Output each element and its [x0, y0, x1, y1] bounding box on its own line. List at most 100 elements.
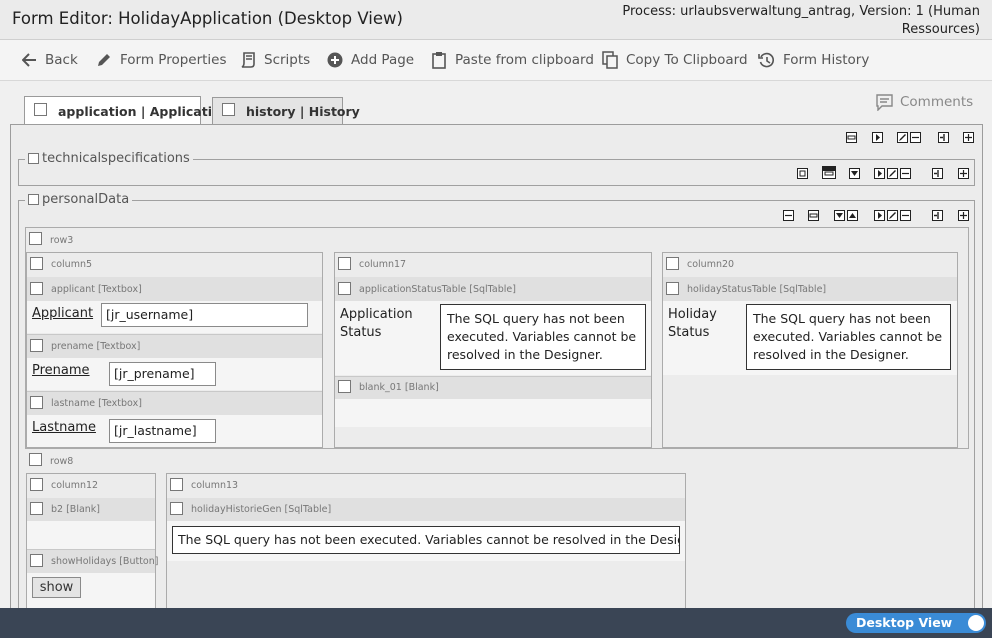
toggle-knob	[968, 615, 984, 631]
prename-checkbox[interactable]	[30, 339, 43, 352]
personal-add-control[interactable]	[958, 210, 969, 221]
paste-clipboard-button[interactable]: Paste from clipboard	[431, 40, 594, 80]
scripts-button[interactable]: Scripts	[240, 40, 310, 80]
histgen-id: holidayHistorieGen [SqlTable]	[191, 504, 332, 515]
plus-icon	[960, 170, 967, 177]
column17-label: column17	[359, 259, 407, 270]
back-button[interactable]: Back	[22, 40, 78, 80]
tab-history[interactable]: history | History	[212, 97, 360, 125]
applicant-input[interactable]: [jr_username]	[101, 303, 308, 327]
add-page-button[interactable]: Add Page	[327, 40, 414, 80]
row3-checkbox[interactable]	[29, 232, 42, 245]
holidaystatus-checkbox[interactable]	[666, 282, 679, 295]
tech-edit-control[interactable]	[887, 168, 898, 179]
lastname-input[interactable]: [jr_lastname]	[109, 419, 216, 443]
column5-checkbox[interactable]	[30, 257, 43, 270]
blank01-id: blank_01 [Blank]	[359, 382, 439, 393]
row8-checkbox[interactable]	[29, 453, 42, 466]
personal-insert-control[interactable]	[932, 210, 943, 221]
page-add-control[interactable]	[963, 132, 974, 143]
personal-link-control[interactable]	[808, 210, 819, 221]
personal-remove-section-control[interactable]	[783, 210, 794, 221]
tech-add-control[interactable]	[958, 168, 969, 179]
appstatus-sql-message: The SQL query has not been executed. Var…	[440, 304, 646, 370]
histgen-checkbox[interactable]	[170, 502, 183, 515]
tech-remove-control[interactable]	[900, 168, 911, 179]
personal-play-control[interactable]	[874, 210, 885, 221]
play-icon	[878, 170, 882, 177]
edit-icon	[889, 170, 896, 177]
technicalspecifications-checkbox[interactable]	[28, 153, 39, 164]
comment-icon	[876, 93, 893, 111]
holidaystatus-label: Holiday Status	[668, 307, 717, 340]
appstatus-checkbox[interactable]	[338, 282, 351, 295]
form-history-button[interactable]: Form History	[758, 40, 869, 80]
plus-icon	[960, 212, 967, 219]
triangle-down-icon	[851, 171, 858, 176]
plus-circle-icon	[327, 52, 343, 68]
applicant-label: Applicant	[32, 306, 94, 321]
copy-clipboard-button[interactable]: Copy To Clipboard	[602, 40, 748, 80]
frame-icon	[799, 170, 806, 177]
personal-down-control[interactable]	[834, 210, 845, 221]
technicalspecifications-legend: technicalspecifications	[25, 151, 193, 166]
insert-icon	[934, 170, 939, 177]
personal-remove-control[interactable]	[900, 210, 911, 221]
prename-id: prename [Textbox]	[51, 341, 141, 352]
history-icon	[758, 52, 774, 67]
play-icon	[878, 212, 882, 219]
column17-checkbox[interactable]	[338, 257, 351, 270]
page-edit-control[interactable]	[897, 132, 908, 143]
blank01-checkbox[interactable]	[338, 380, 351, 393]
column12-label: column12	[51, 480, 99, 491]
page-insert-control[interactable]	[938, 132, 949, 143]
link-icon	[823, 167, 835, 176]
column13-label: column13	[191, 480, 239, 491]
personaldata-checkbox[interactable]	[28, 194, 39, 205]
page-remove-control[interactable]	[910, 132, 921, 143]
tab-history-checkbox[interactable]	[222, 103, 235, 116]
column20-checkbox[interactable]	[666, 257, 679, 270]
minus-icon	[902, 172, 909, 175]
tab-application-checkbox[interactable]	[34, 103, 47, 116]
clipboard-icon	[432, 52, 446, 69]
lastname-checkbox[interactable]	[30, 396, 43, 409]
triangle-down-icon	[836, 213, 843, 218]
b2-checkbox[interactable]	[30, 502, 43, 515]
column13-checkbox[interactable]	[170, 478, 183, 491]
form-canvas: technicalspecifications personalData row…	[10, 124, 983, 610]
process-info: Process: urlaubsverwaltung_antrag, Versi…	[622, 4, 980, 37]
personaldata-title: personalData	[42, 192, 130, 207]
show-holidays-button[interactable]: show	[32, 577, 81, 598]
personal-edit-control[interactable]	[887, 210, 898, 221]
paste-clipboard-label: Paste from clipboard	[455, 52, 594, 68]
column12-checkbox[interactable]	[30, 478, 43, 491]
tech-play-control[interactable]	[874, 168, 885, 179]
link-icon	[847, 135, 856, 140]
insert-icon	[934, 212, 939, 219]
personal-up-control[interactable]	[847, 210, 858, 221]
link-icon	[809, 213, 818, 218]
copy-clipboard-label: Copy To Clipboard	[626, 52, 748, 68]
tech-link-control[interactable]	[822, 166, 836, 179]
form-properties-button[interactable]: Form Properties	[96, 40, 227, 80]
desktop-view-toggle[interactable]: Desktop View	[846, 613, 986, 633]
tech-insert-control[interactable]	[932, 168, 943, 179]
tech-down-control[interactable]	[849, 168, 860, 179]
header-bar: Form Editor: HolidayApplication (Desktop…	[0, 0, 992, 40]
insert-icon	[940, 134, 945, 141]
comments-button[interactable]: Comments	[876, 92, 973, 112]
showholidays-checkbox[interactable]	[30, 554, 43, 567]
pencil-icon	[98, 54, 110, 66]
page-play-control[interactable]	[872, 132, 883, 143]
tab-history-label: history | History	[246, 104, 360, 119]
applicant-checkbox[interactable]	[30, 282, 43, 295]
applicant-id: applicant [Textbox]	[51, 284, 142, 295]
tab-application[interactable]: application | Application	[24, 96, 230, 125]
prename-input[interactable]: [jr_prename]	[109, 362, 216, 386]
b2-id: b2 [Blank]	[51, 504, 101, 515]
tech-frame-control[interactable]	[797, 168, 808, 179]
minus-icon	[912, 136, 919, 139]
page-link-control[interactable]	[846, 132, 857, 143]
lastname-id: lastname [Textbox]	[51, 398, 142, 409]
